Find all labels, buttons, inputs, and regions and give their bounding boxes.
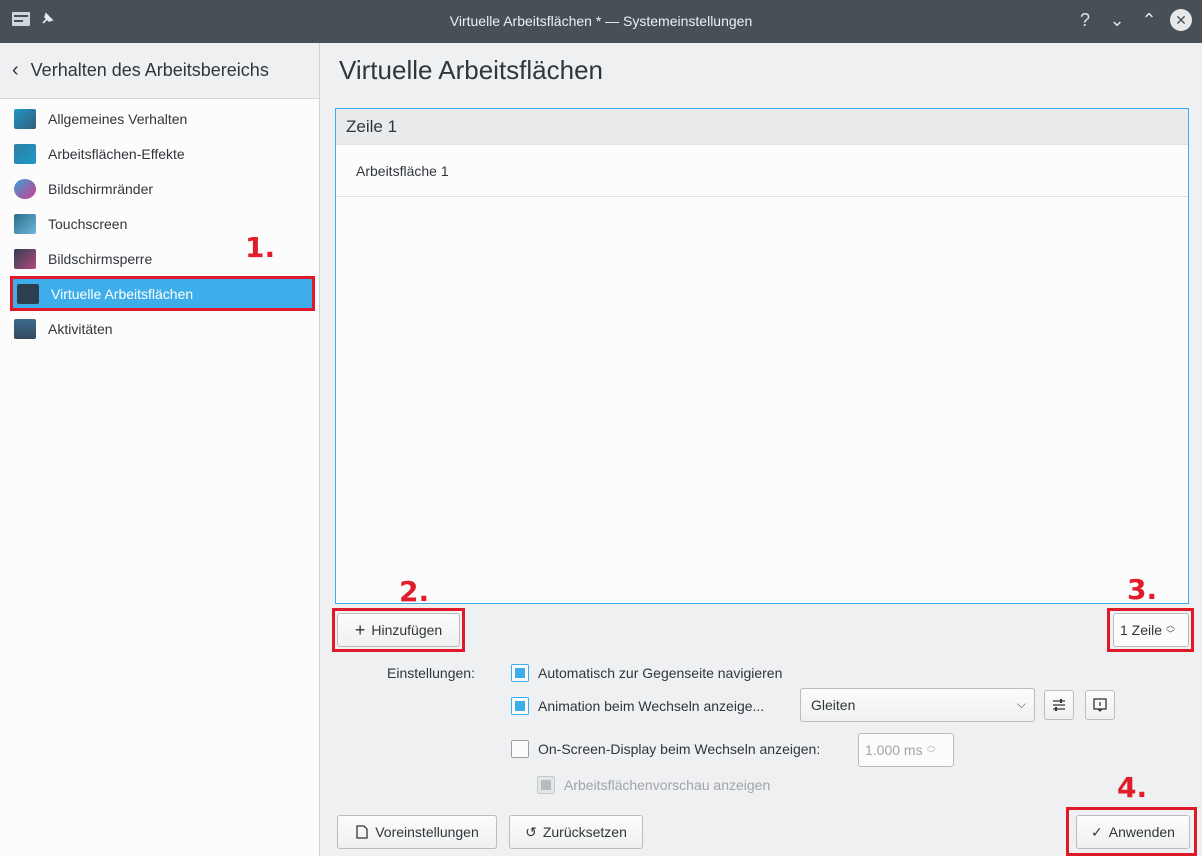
sidebar-item-activities[interactable]: Aktivitäten	[0, 311, 319, 346]
reset-icon: ↺	[525, 823, 537, 840]
sidebar-header[interactable]: ‹ Verhalten des Arbeitsbereichs	[0, 43, 319, 99]
desktop-item[interactable]: Arbeitsfläche 1	[336, 145, 1188, 197]
page-title: Virtuelle Arbeitsflächen	[339, 55, 604, 85]
virtual-desktops-icon	[17, 283, 39, 304]
back-icon[interactable]: ‹	[12, 59, 19, 82]
row-header: Zeile 1	[336, 109, 1188, 145]
main-content: Virtuelle Arbeitsflächen Zeile 1 Arbeits…	[321, 43, 1202, 856]
sidebar-item-screen-edges[interactable]: Bildschirmränder	[0, 171, 319, 206]
osd-duration-spinbox: 1.000 ms ︿ ﹀	[858, 733, 954, 767]
apply-button[interactable]: ✓ Anwenden	[1076, 815, 1190, 849]
animation-label[interactable]: Animation beim Wechseln anzeige...	[538, 698, 764, 714]
sidebar-item-effects[interactable]: Arbeitsflächen-Effekte	[0, 136, 319, 171]
wrap-checkbox[interactable]	[511, 664, 529, 682]
sidebar-item-label: Bildschirmränder	[48, 180, 154, 197]
sidebar-item-label: Bildschirmsperre	[48, 250, 153, 267]
apply-button-label: Anwenden	[1108, 824, 1175, 840]
plus-icon: +	[354, 619, 366, 640]
sidebar-item-virtual-desktops[interactable]: Virtuelle Arbeitsflächen	[10, 276, 315, 311]
touchscreen-icon	[14, 213, 36, 234]
settings-label: Einstellungen:	[387, 665, 475, 681]
defaults-button[interactable]: Voreinstellungen	[337, 815, 497, 849]
title-bar: Virtuelle Arbeitsflächen * — Systemeinst…	[0, 0, 1202, 43]
wrap-label[interactable]: Automatisch zur Gegenseite navigieren	[538, 665, 782, 681]
animation-info-button[interactable]	[1085, 690, 1115, 720]
close-icon[interactable]: ✕	[1170, 9, 1192, 31]
maximize-icon[interactable]: ⌃	[1138, 9, 1160, 31]
sidebar-item-general[interactable]: Allgemeines Verhalten	[0, 101, 319, 136]
window-title: Virtuelle Arbeitsflächen * — Systemeinst…	[449, 13, 753, 29]
sidebar-item-label: Arbeitsflächen-Effekte	[48, 145, 185, 162]
screen-edges-icon	[14, 178, 36, 199]
sidebar-item-label: Aktivitäten	[48, 320, 113, 337]
annotation-4: 4.	[1117, 771, 1148, 804]
preview-checkbox	[537, 776, 555, 794]
general-behavior-icon	[14, 108, 36, 129]
spin-arrows-icon[interactable]: ︿ ﹀	[1166, 621, 1175, 639]
screen-lock-icon	[14, 248, 36, 269]
sidebar-list: Allgemeines Verhalten Arbeitsflächen-Eff…	[0, 99, 319, 346]
spin-arrows-icon: ︿ ﹀	[926, 740, 936, 759]
sidebar-title: Verhalten des Arbeitsbereichs	[30, 60, 269, 80]
sidebar-item-label: Allgemeines Verhalten	[48, 110, 188, 127]
annotation-2: 2.	[399, 575, 430, 608]
settings-sliders-icon	[1053, 699, 1065, 711]
animation-checkbox[interactable]	[511, 697, 529, 715]
animation-settings-button[interactable]	[1044, 690, 1074, 720]
desktop-effects-icon	[14, 143, 36, 164]
osd-checkbox[interactable]	[511, 740, 529, 758]
add-button-label: Hinzufügen	[371, 622, 443, 638]
activities-icon	[14, 318, 36, 339]
rows-value: 1 Zeile	[1120, 622, 1163, 638]
sidebar-item-label: Touchscreen	[48, 215, 128, 232]
help-icon[interactable]: ?	[1074, 9, 1096, 31]
preview-label: Arbeitsflächenvorschau anzeigen	[564, 777, 771, 793]
add-button[interactable]: + Hinzufügen	[337, 613, 460, 647]
animation-select-value: Gleiten	[811, 697, 856, 713]
info-icon	[1093, 698, 1107, 712]
osd-label[interactable]: On-Screen-Display beim Wechseln anzeigen…	[538, 741, 820, 757]
reset-button-label: Zurücksetzen	[542, 824, 627, 840]
annotation-3: 3.	[1127, 573, 1158, 606]
desktops-panel: Zeile 1 Arbeitsfläche 1	[335, 108, 1189, 604]
defaults-button-label: Voreinstellungen	[375, 824, 479, 840]
sidebar-item-label: Virtuelle Arbeitsflächen	[51, 285, 194, 302]
osd-duration-value: 1.000 ms	[865, 742, 923, 758]
reset-button[interactable]: ↺ Zurücksetzen	[509, 815, 643, 849]
defaults-icon	[356, 825, 368, 839]
chevron-down-icon: ⌵	[1016, 697, 1026, 711]
animation-select[interactable]: Gleiten ⌵	[800, 688, 1035, 722]
rows-spinbox[interactable]: 1 Zeile ︿ ﹀	[1113, 613, 1189, 647]
annotation-1: 1.	[245, 231, 276, 264]
checkmark-icon: ✓	[1091, 823, 1103, 840]
minimize-icon[interactable]: ⌄	[1106, 9, 1128, 31]
sidebar: ‹ Verhalten des Arbeitsbereichs Allgemei…	[0, 43, 320, 856]
